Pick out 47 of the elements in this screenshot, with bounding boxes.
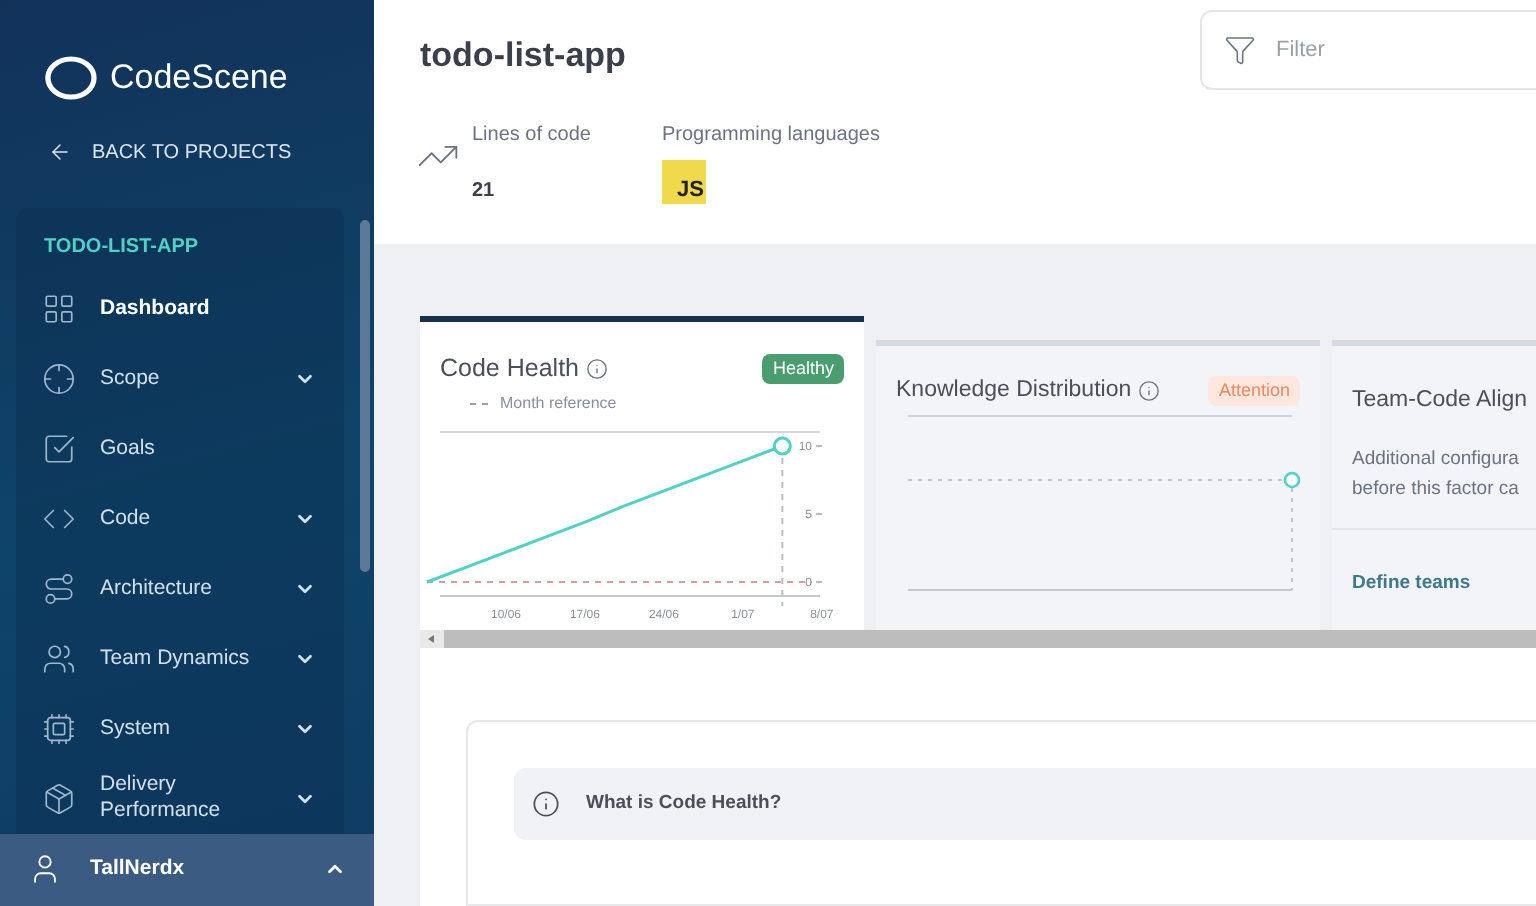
page-title: todo-list-app xyxy=(420,34,626,78)
back-arrow-icon xyxy=(48,140,72,164)
logo-icon xyxy=(44,55,98,100)
filter-field[interactable]: Filter xyxy=(1200,10,1536,90)
language-badge: JS xyxy=(662,160,706,204)
nav-item[interactable]: Team Dynamics xyxy=(16,623,344,693)
nav-item[interactable]: Scope xyxy=(16,343,344,413)
package-icon xyxy=(42,781,76,815)
card-title: Code Health xyxy=(440,352,579,386)
filter-icon xyxy=(1224,34,1256,66)
grid-icon xyxy=(42,291,76,325)
nav-item[interactable]: Dashboard xyxy=(16,273,344,343)
stat-value: 21 xyxy=(472,178,497,206)
filter-input[interactable]: Filter xyxy=(1276,33,1476,67)
define-teams-link[interactable]: Define teams xyxy=(1352,572,1471,594)
checkbox-icon xyxy=(42,431,76,465)
project-name: TODO-LIST-APP xyxy=(42,233,201,261)
users-icon xyxy=(42,641,76,675)
legend-dash-icon xyxy=(470,401,490,406)
logo-text: CodeScene xyxy=(110,56,288,100)
card-title: Knowledge Distribution xyxy=(896,376,1132,406)
crosshair-icon xyxy=(42,361,76,395)
nav-item[interactable]: Architecture xyxy=(16,553,344,623)
status-badge: Attention xyxy=(1208,375,1300,407)
nav-item[interactable]: System xyxy=(16,693,344,763)
user-menu[interactable]: TallNerdx xyxy=(0,833,374,906)
horizontal-scrollbar[interactable] xyxy=(420,630,1536,648)
user-icon xyxy=(28,852,62,887)
nav-item[interactable]: Goals xyxy=(16,413,344,483)
description-text: Additional configura xyxy=(1352,446,1521,474)
chip-icon xyxy=(42,711,76,745)
back-link[interactable]: BACK TO PROJECTS xyxy=(0,137,292,167)
stat-label: Lines of code xyxy=(472,122,593,150)
nav-item[interactable]: Code xyxy=(16,483,344,553)
status-badge: Healthy xyxy=(762,353,844,385)
route-icon xyxy=(42,571,76,605)
nav-item[interactable]: Delivery Performance xyxy=(16,763,344,833)
data-point xyxy=(772,436,792,455)
info-icon[interactable] xyxy=(585,357,607,380)
info-row[interactable]: What is Code Health? xyxy=(514,768,1536,840)
card-title: Team-Code Align xyxy=(1352,388,1528,412)
info-icon xyxy=(532,790,560,818)
legend-label: Month reference xyxy=(500,391,617,416)
description-text: before this factor ca xyxy=(1352,476,1521,504)
scrollbar-thumb[interactable] xyxy=(360,220,370,572)
info-icon[interactable] xyxy=(1137,380,1160,403)
stat-label: Programming languages xyxy=(662,122,880,150)
